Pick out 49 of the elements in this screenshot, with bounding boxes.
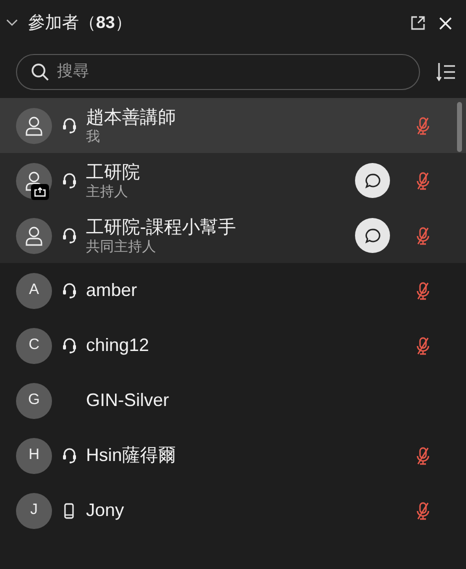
person-icon (25, 170, 43, 190)
headset-icon (62, 117, 76, 134)
speech-bubble-icon (364, 228, 380, 244)
person-icon (25, 116, 43, 136)
avatar-initial: J (30, 500, 38, 520)
pop-out-icon[interactable] (411, 16, 425, 30)
participant-row[interactable]: 工研院-課程小幫手 共同主持人 (0, 208, 466, 263)
muted-microphone-icon[interactable] (416, 446, 430, 464)
participant-row[interactable]: 趙本善講師 我 (0, 98, 466, 153)
muted-microphone-icon[interactable] (416, 172, 430, 190)
person-icon (25, 226, 43, 246)
muted-microphone-icon[interactable] (416, 116, 430, 134)
participant-name: amber (86, 279, 138, 302)
muted-microphone-icon[interactable] (416, 336, 430, 354)
speech-bubble-icon (364, 172, 380, 188)
search-input[interactable]: 搜尋 (57, 60, 405, 84)
search-icon (31, 63, 49, 81)
panel-title: 參加者（83） (28, 12, 132, 34)
headset-icon (62, 172, 76, 189)
headset-icon (62, 337, 76, 354)
participant-role: 主持人 (86, 183, 129, 200)
muted-microphone-icon[interactable] (416, 226, 430, 244)
participant-name: ching12 (86, 334, 150, 357)
avatar-initial: C (28, 335, 40, 356)
participant-role: 共同主持人 (86, 238, 157, 256)
muted-microphone-icon[interactable] (416, 282, 430, 300)
close-icon[interactable] (439, 16, 452, 30)
muted-microphone-icon[interactable] (416, 502, 430, 520)
sort-icon[interactable] (436, 62, 456, 82)
participant-name: Hsin薩得爾 (86, 444, 178, 467)
headset-icon (62, 447, 76, 464)
participant-row[interactable]: 工研院 主持人 (0, 153, 466, 208)
headset-icon (62, 227, 76, 244)
chat-button[interactable] (355, 218, 390, 253)
chat-button[interactable] (355, 163, 390, 198)
participant-name: 工研院-課程小幫手 (86, 216, 237, 238)
search-field[interactable]: 搜尋 (16, 54, 420, 90)
avatar-initial: H (28, 445, 40, 466)
avatar-initial: A (28, 280, 39, 300)
participant-name: 工研院 (86, 160, 141, 183)
participant-name: GIN-Silver (86, 389, 170, 412)
scrollbar[interactable] (457, 102, 462, 152)
participant-role: 我 (86, 128, 101, 146)
participant-name: 趙本善講師 (86, 106, 177, 128)
headset-icon (62, 282, 76, 299)
phone-icon (64, 502, 74, 518)
avatar-initial: G (28, 390, 40, 410)
participant-name: Jony (86, 499, 126, 522)
collapse-icon[interactable] (6, 19, 18, 27)
